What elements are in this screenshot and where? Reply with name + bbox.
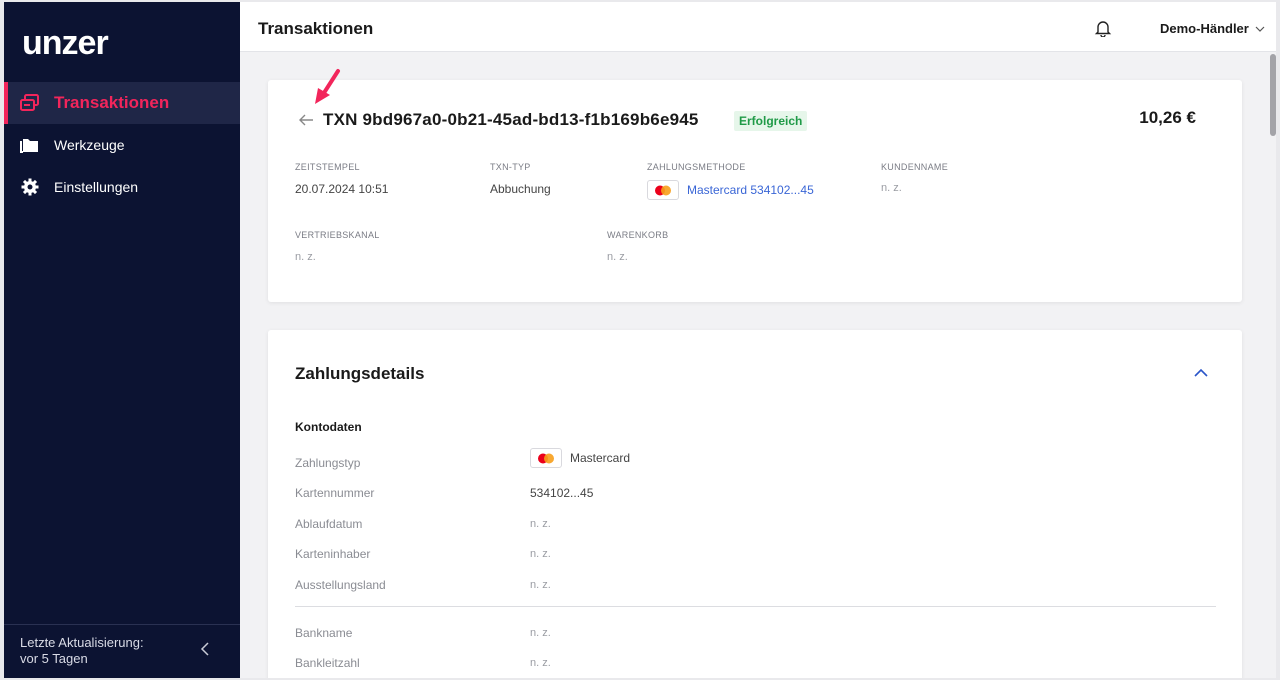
bank-name-value: n. z.	[530, 627, 551, 639]
payment-details-card: Zahlungsdetails Kontodaten Zahlungstyp M…	[268, 330, 1242, 678]
payment-type-text: Mastercard	[570, 451, 631, 465]
payment-method-link[interactable]: Mastercard 534102...45	[647, 180, 814, 200]
sidebar-item-label: Transaktionen	[54, 93, 170, 112]
issuing-country-label: Ausstellungsland	[295, 578, 386, 592]
sidebar-item-werkzeuge[interactable]: Werkzeuge	[4, 124, 240, 166]
basket-value: n. z.	[607, 251, 628, 263]
payment-method-value: Mastercard 534102...45	[687, 183, 814, 197]
merchant-menu[interactable]: Demo-Händler	[1160, 21, 1265, 36]
last-update-info: Letzte Aktualisierung: vor 5 Tagen	[4, 624, 240, 678]
account-data-heading: Kontodaten	[295, 420, 362, 434]
scrollbar-thumb[interactable]	[1270, 54, 1276, 136]
payment-type-label: Zahlungstyp	[295, 456, 361, 470]
bell-icon[interactable]	[1094, 19, 1112, 37]
sidebar-item-label: Werkzeuge	[54, 137, 125, 153]
chevron-down-icon	[1255, 26, 1265, 32]
top-bar: Transaktionen Demo-Händler	[240, 2, 1276, 52]
bank-name-label: Bankname	[295, 626, 353, 640]
txn-type-label: TXN-TYP	[490, 162, 531, 172]
folder-icon	[20, 135, 40, 155]
card-number-value: 534102...45	[530, 486, 594, 500]
page-title: Transaktionen	[258, 19, 374, 38]
collapse-sidebar-icon[interactable]	[198, 641, 214, 657]
section-divider	[295, 606, 1216, 607]
payment-details-title: Zahlungsdetails	[295, 364, 425, 383]
mastercard-icon	[647, 180, 679, 200]
transaction-id-title: TXN 9bd967a0-0b21-45ad-bd13-f1b169b6e945	[323, 110, 699, 129]
sidebar-item-transaktionen[interactable]: Transaktionen	[4, 82, 240, 124]
customer-name-label: KUNDENNAME	[881, 162, 949, 172]
logo-text: unzer	[22, 24, 108, 62]
content-scrollbar[interactable]	[1270, 52, 1276, 678]
issuing-country-value: n. z.	[530, 579, 551, 591]
bank-code-label: Bankleitzahl	[295, 656, 360, 670]
mastercard-icon	[530, 448, 562, 468]
merchant-name: Demo-Händler	[1160, 21, 1249, 36]
chevron-up-icon[interactable]	[1194, 368, 1208, 378]
timestamp-value: 20.07.2024 10:51	[295, 182, 389, 196]
transaction-summary-card: TXN 9bd967a0-0b21-45ad-bd13-f1b169b6e945…	[268, 80, 1242, 302]
status-badge: Erfolgreich	[734, 111, 808, 131]
payment-method-label: ZAHLUNGSMETHODE	[647, 162, 746, 172]
sidebar-item-einstellungen[interactable]: Einstellungen	[4, 166, 240, 208]
sales-channel-label: VERTRIEBSKANAL	[295, 230, 380, 240]
bank-code-value: n. z.	[530, 657, 551, 669]
txn-type-value: Abbuchung	[490, 182, 551, 196]
basket-label: WARENKORB	[607, 230, 669, 240]
payment-type-value: Mastercard	[530, 448, 630, 468]
main-content: TXN 9bd967a0-0b21-45ad-bd13-f1b169b6e945…	[240, 52, 1270, 678]
sales-channel-value: n. z.	[295, 251, 316, 263]
annotation-arrow-icon	[315, 69, 340, 104]
gear-icon	[20, 177, 40, 197]
card-holder-value: n. z.	[530, 548, 551, 560]
card-number-label: Kartennummer	[295, 486, 375, 500]
transactions-icon	[20, 93, 40, 113]
sidebar: unzer Transaktionen Werkzeuge Einstellun…	[4, 2, 240, 678]
expiry-date-label: Ablaufdatum	[295, 517, 363, 531]
unzer-logo: unzer	[22, 24, 109, 62]
expiry-date-value: n. z.	[530, 518, 551, 530]
app-frame: unzer Transaktionen Werkzeuge Einstellun…	[0, 0, 1280, 680]
back-arrow-icon[interactable]	[298, 113, 314, 127]
timestamp-label: ZEITSTEMPEL	[295, 162, 360, 172]
transaction-amount: 10,26 €	[1139, 108, 1196, 127]
card-holder-label: Karteninhaber	[295, 547, 371, 561]
sidebar-item-label: Einstellungen	[54, 179, 139, 195]
customer-name-value: n. z.	[881, 182, 902, 194]
